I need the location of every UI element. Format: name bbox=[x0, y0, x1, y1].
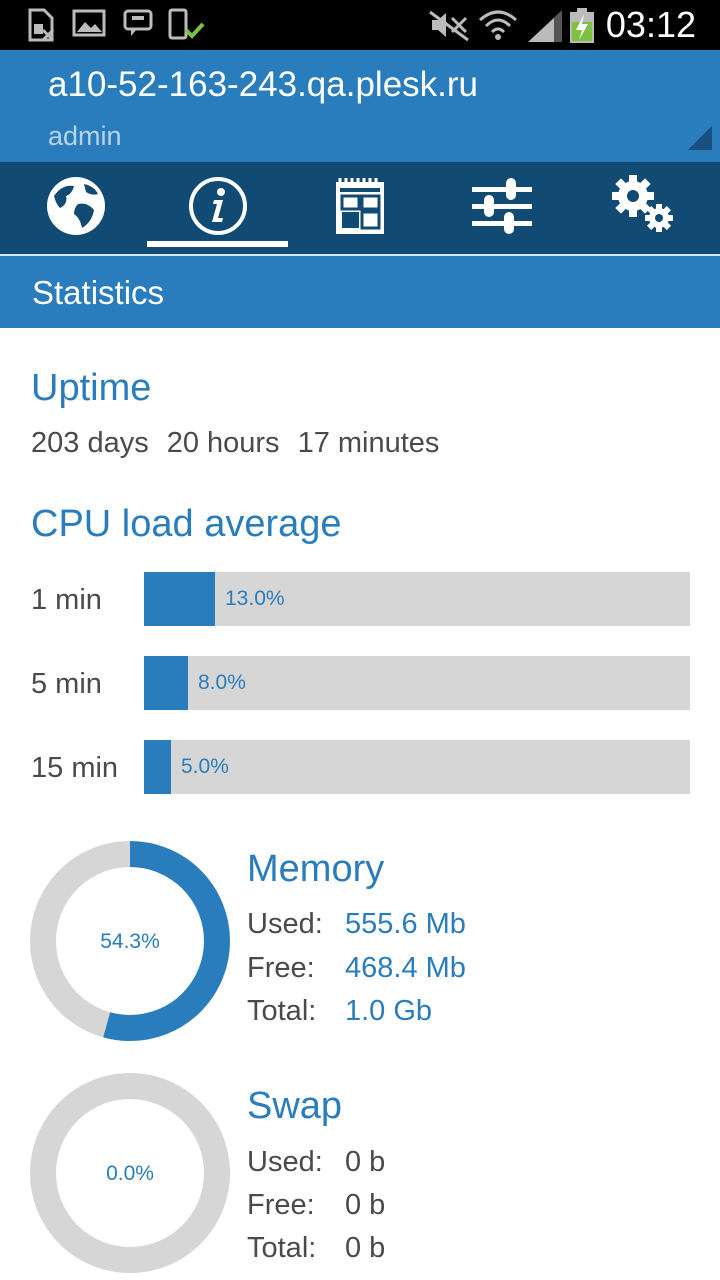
memory-free-row: Free: 468.4 Mb bbox=[247, 950, 466, 986]
calendar-icon bbox=[336, 178, 384, 234]
app-header[interactable]: a10-52-163-243.qa.plesk.ru admin bbox=[0, 50, 720, 162]
message-icon bbox=[123, 9, 153, 36]
cpu-1min-label: 1 min bbox=[31, 584, 102, 616]
user-name: admin bbox=[48, 121, 122, 151]
uptime-title: Uptime bbox=[31, 367, 152, 409]
dropdown-corner-icon[interactable] bbox=[688, 126, 712, 150]
info-icon bbox=[189, 177, 247, 235]
cpu-5min-value: 8.0% bbox=[198, 671, 246, 694]
image-icon bbox=[72, 9, 106, 37]
uptime-days: 203 days bbox=[31, 427, 149, 459]
swap-free-label: Free: bbox=[247, 1189, 315, 1221]
tab-websites[interactable] bbox=[4, 162, 148, 254]
cpu-1min-bar: 13.0% bbox=[144, 572, 690, 626]
memory-used-row: Used: 555.6 Mb bbox=[247, 906, 466, 942]
swap-used-value: 0 b bbox=[345, 1146, 386, 1178]
memory-free-label: Free: bbox=[247, 952, 315, 984]
swap-total-value: 0 b bbox=[345, 1232, 386, 1264]
globe-icon bbox=[47, 177, 105, 235]
tab-calendar[interactable] bbox=[288, 162, 432, 254]
section-header: Statistics bbox=[0, 256, 720, 328]
cpu-title: CPU load average bbox=[31, 503, 342, 545]
bar-fill bbox=[144, 656, 188, 710]
swap-donut: 0.0% bbox=[30, 1073, 230, 1273]
cpu-5min-label: 5 min bbox=[31, 668, 102, 700]
bar-fill bbox=[144, 572, 215, 626]
server-hostname: a10-52-163-243.qa.plesk.ru bbox=[48, 65, 479, 104]
swap-total-row: Total: 0 b bbox=[247, 1230, 385, 1266]
swap-used-row: Used: 0 b bbox=[247, 1144, 385, 1180]
cpu-15min-value: 5.0% bbox=[181, 755, 229, 778]
memory-total-row: Total: 1.0 Gb bbox=[247, 993, 432, 1029]
swap-free-row: Free: 0 b bbox=[247, 1187, 385, 1223]
tab-settings[interactable] bbox=[572, 162, 716, 254]
memory-used-label: Used: bbox=[247, 908, 323, 940]
section-title: Statistics bbox=[32, 274, 165, 311]
gears-icon bbox=[612, 175, 673, 232]
clock: 03:12 bbox=[605, 4, 696, 45]
sim-card-icon bbox=[28, 8, 55, 42]
uptime-minutes: 17 minutes bbox=[297, 427, 440, 459]
bar-fill bbox=[144, 740, 171, 794]
mute-icon bbox=[429, 10, 469, 42]
cpu-5min-bar: 8.0% bbox=[144, 656, 690, 710]
uptime-hours: 20 hours bbox=[166, 427, 280, 459]
memory-total-value: 1.0 Gb bbox=[345, 995, 433, 1027]
memory-title: Memory bbox=[247, 848, 385, 890]
cpu-1min-value: 13.0% bbox=[225, 587, 285, 610]
tab-bar bbox=[0, 162, 720, 254]
uptime-value: 203 days 20 hours 17 minutes bbox=[31, 424, 457, 462]
active-tab-indicator bbox=[147, 241, 288, 247]
sliders-icon bbox=[472, 178, 532, 234]
memory-donut: 54.3% bbox=[30, 841, 230, 1041]
status-bar: 03:12 bbox=[0, 0, 720, 50]
swap-title: Swap bbox=[247, 1085, 343, 1127]
wifi-icon bbox=[479, 10, 517, 40]
signal-icon bbox=[528, 10, 562, 42]
swap-total-label: Total: bbox=[247, 1232, 317, 1264]
cpu-15min-bar: 5.0% bbox=[144, 740, 690, 794]
memory-total-label: Total: bbox=[247, 995, 317, 1027]
tab-tools[interactable] bbox=[430, 162, 574, 254]
swap-percent: 0.0% bbox=[106, 1162, 154, 1185]
memory-percent: 54.3% bbox=[100, 930, 160, 953]
battery-charging-icon bbox=[570, 8, 594, 43]
download-done-icon bbox=[168, 8, 205, 40]
memory-free-value: 468.4 Mb bbox=[345, 952, 466, 984]
memory-used-value: 555.6 Mb bbox=[345, 908, 466, 940]
swap-free-value: 0 b bbox=[345, 1189, 386, 1221]
swap-used-label: Used: bbox=[247, 1146, 323, 1178]
cpu-15min-label: 15 min bbox=[31, 752, 119, 784]
